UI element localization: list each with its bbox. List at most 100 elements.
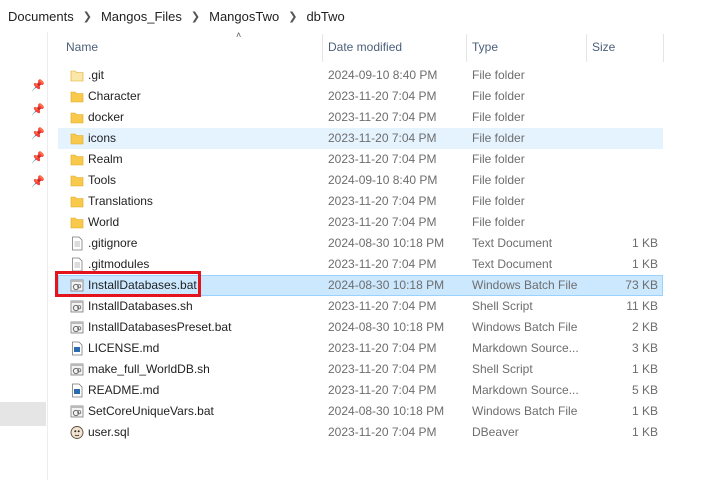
file-date-modified: 2024-08-30 10:18 PM bbox=[328, 404, 445, 418]
file-row[interactable]: icons 2023-11-20 7:04 PM File folder bbox=[58, 128, 663, 149]
pin-icon[interactable]: 📌 bbox=[31, 176, 45, 188]
folder-icon bbox=[70, 194, 84, 209]
file-type: Markdown Source... bbox=[472, 341, 579, 355]
nav-selected-item[interactable] bbox=[0, 402, 46, 426]
file-type: File folder bbox=[472, 173, 525, 187]
breadcrumb: Documents ❯ Mangos_Files ❯ MangosTwo ❯ d… bbox=[0, 0, 723, 32]
file-name: .gitignore bbox=[88, 236, 138, 250]
markdown-file-icon bbox=[70, 341, 84, 356]
column-header-type[interactable]: Type bbox=[472, 40, 498, 54]
pin-icon[interactable]: 📌 bbox=[31, 80, 45, 92]
file-list: .git 2024-09-10 8:40 PM File folder Charact… bbox=[58, 65, 663, 443]
file-date-modified: 2024-08-30 10:18 PM bbox=[328, 278, 445, 292]
file-name: .gitmodules bbox=[88, 257, 150, 271]
column-divider[interactable] bbox=[322, 34, 323, 62]
file-date-modified: 2023-11-20 7:04 PM bbox=[328, 89, 437, 103]
file-name: InstallDatabasesPreset.bat bbox=[88, 320, 232, 334]
dbeaver-file-icon bbox=[70, 425, 84, 440]
file-row[interactable]: SetCoreUniqueVars.bat 2024-08-30 10:18 PM… bbox=[58, 401, 663, 422]
navigation-pane: 📌 📌 📌 📌 📌 bbox=[0, 32, 48, 480]
file-row[interactable]: .git 2024-09-10 8:40 PM File folder bbox=[58, 65, 663, 86]
file-date-modified: 2023-11-20 7:04 PM bbox=[328, 215, 437, 229]
file-name: docker bbox=[88, 110, 125, 124]
file-date-modified: 2023-11-20 7:04 PM bbox=[328, 299, 437, 313]
file-size: 1 KB bbox=[631, 425, 658, 439]
file-type: Text Document bbox=[472, 257, 553, 271]
file-name: InstallDatabases.sh bbox=[88, 299, 193, 313]
file-name: README.md bbox=[88, 383, 160, 397]
file-date-modified: 2023-11-20 7:04 PM bbox=[328, 341, 437, 355]
file-date-modified: 2023-11-20 7:04 PM bbox=[328, 131, 437, 145]
breadcrumb-mangostwo[interactable]: MangosTwo bbox=[207, 9, 281, 24]
text-file-icon bbox=[70, 236, 84, 251]
column-header-date[interactable]: Date modified bbox=[328, 40, 402, 54]
file-type: File folder bbox=[472, 68, 525, 82]
chevron-right-icon[interactable]: ❯ bbox=[76, 10, 99, 23]
file-type: DBeaver bbox=[472, 425, 519, 439]
folder-icon bbox=[70, 110, 84, 125]
file-name: user.sql bbox=[88, 425, 130, 439]
file-size: 73 KB bbox=[625, 278, 658, 292]
folder-icon bbox=[70, 89, 84, 104]
markdown-file-icon bbox=[70, 383, 84, 398]
column-header-size[interactable]: Size bbox=[592, 40, 615, 54]
file-row[interactable]: InstallDatabases.sh 2023-11-20 7:04 PM She… bbox=[58, 296, 663, 317]
file-name: make_full_WorldDB.sh bbox=[88, 362, 210, 376]
file-row[interactable]: .gitmodules 2023-11-20 7:04 PM Text Docume… bbox=[58, 254, 663, 275]
file-row[interactable]: Translations 2023-11-20 7:04 PM File folde… bbox=[58, 191, 663, 212]
column-divider[interactable] bbox=[586, 34, 587, 62]
file-name: LICENSE.md bbox=[88, 341, 160, 355]
batch-file-icon bbox=[70, 404, 84, 419]
file-type: Shell Script bbox=[472, 299, 533, 313]
file-type: File folder bbox=[472, 152, 525, 166]
file-type: Windows Batch File bbox=[472, 404, 578, 418]
file-name: .git bbox=[88, 68, 105, 82]
folder-icon bbox=[70, 173, 84, 188]
column-header-name[interactable]: Name bbox=[66, 40, 98, 54]
folder-icon bbox=[70, 215, 84, 230]
file-row[interactable]: user.sql 2023-11-20 7:04 PM DBeaver 1 KB bbox=[58, 422, 663, 443]
file-date-modified: 2023-11-20 7:04 PM bbox=[328, 425, 437, 439]
file-row[interactable]: make_full_WorldDB.sh 2023-11-20 7:04 PM Sh… bbox=[58, 359, 663, 380]
batch-file-icon bbox=[70, 362, 84, 377]
column-divider[interactable] bbox=[466, 34, 467, 62]
breadcrumb-documents[interactable]: Documents bbox=[6, 9, 76, 24]
file-date-modified: 2023-11-20 7:04 PM bbox=[328, 152, 437, 166]
file-date-modified: 2024-09-10 8:40 PM bbox=[328, 173, 438, 187]
file-type: Windows Batch File bbox=[472, 278, 578, 292]
pin-icon[interactable]: 📌 bbox=[31, 128, 45, 140]
file-name: SetCoreUniqueVars.bat bbox=[88, 404, 214, 418]
file-row[interactable]: InstallDatabasesPreset.bat 2024-08-30 10:… bbox=[58, 317, 663, 338]
file-row[interactable]: LICENSE.md 2023-11-20 7:04 PM Markdown Sou… bbox=[58, 338, 663, 359]
file-row[interactable]: World 2023-11-20 7:04 PM File folder bbox=[58, 212, 663, 233]
file-date-modified: 2023-11-20 7:04 PM bbox=[328, 383, 437, 397]
file-type: Windows Batch File bbox=[472, 320, 578, 334]
file-row[interactable]: Character 2023-11-20 7:04 PM File folder bbox=[58, 86, 663, 107]
file-date-modified: 2023-11-20 7:04 PM bbox=[328, 257, 437, 271]
sort-ascending-icon: ˄ bbox=[236, 30, 242, 40]
file-row[interactable]: .gitignore 2024-08-30 10:18 PM Text Docume… bbox=[58, 233, 663, 254]
file-type: Shell Script bbox=[472, 362, 533, 376]
column-header: ˄ Name Date modified Type Size bbox=[48, 30, 723, 62]
file-row[interactable]: README.md 2023-11-20 7:04 PM Markdown Sour… bbox=[58, 380, 663, 401]
file-type: File folder bbox=[472, 89, 525, 103]
file-name: Realm bbox=[88, 152, 123, 166]
file-size: 1 KB bbox=[631, 362, 658, 376]
file-row[interactable]: Realm 2023-11-20 7:04 PM File folder bbox=[58, 149, 663, 170]
file-size: 1 KB bbox=[631, 404, 658, 418]
breadcrumb-dbtwo[interactable]: dbTwo bbox=[304, 9, 346, 24]
pin-icon[interactable]: 📌 bbox=[31, 152, 45, 164]
file-row[interactable]: InstallDatabases.bat 2024-08-30 10:18 PM W… bbox=[58, 275, 663, 296]
file-type: File folder bbox=[472, 194, 525, 208]
chevron-right-icon[interactable]: ❯ bbox=[184, 10, 207, 23]
file-name: InstallDatabases.bat bbox=[88, 278, 197, 292]
pin-icon[interactable]: 📌 bbox=[31, 104, 45, 116]
column-divider[interactable] bbox=[663, 34, 664, 62]
breadcrumb-mangos-files[interactable]: Mangos_Files bbox=[99, 9, 184, 24]
file-row[interactable]: Tools 2024-09-10 8:40 PM File folder bbox=[58, 170, 663, 191]
text-file-icon bbox=[70, 257, 84, 272]
file-date-modified: 2023-11-20 7:04 PM bbox=[328, 110, 437, 124]
chevron-right-icon[interactable]: ❯ bbox=[281, 10, 304, 23]
file-row[interactable]: docker 2023-11-20 7:04 PM File folder bbox=[58, 107, 663, 128]
file-type: Markdown Source... bbox=[472, 383, 579, 397]
